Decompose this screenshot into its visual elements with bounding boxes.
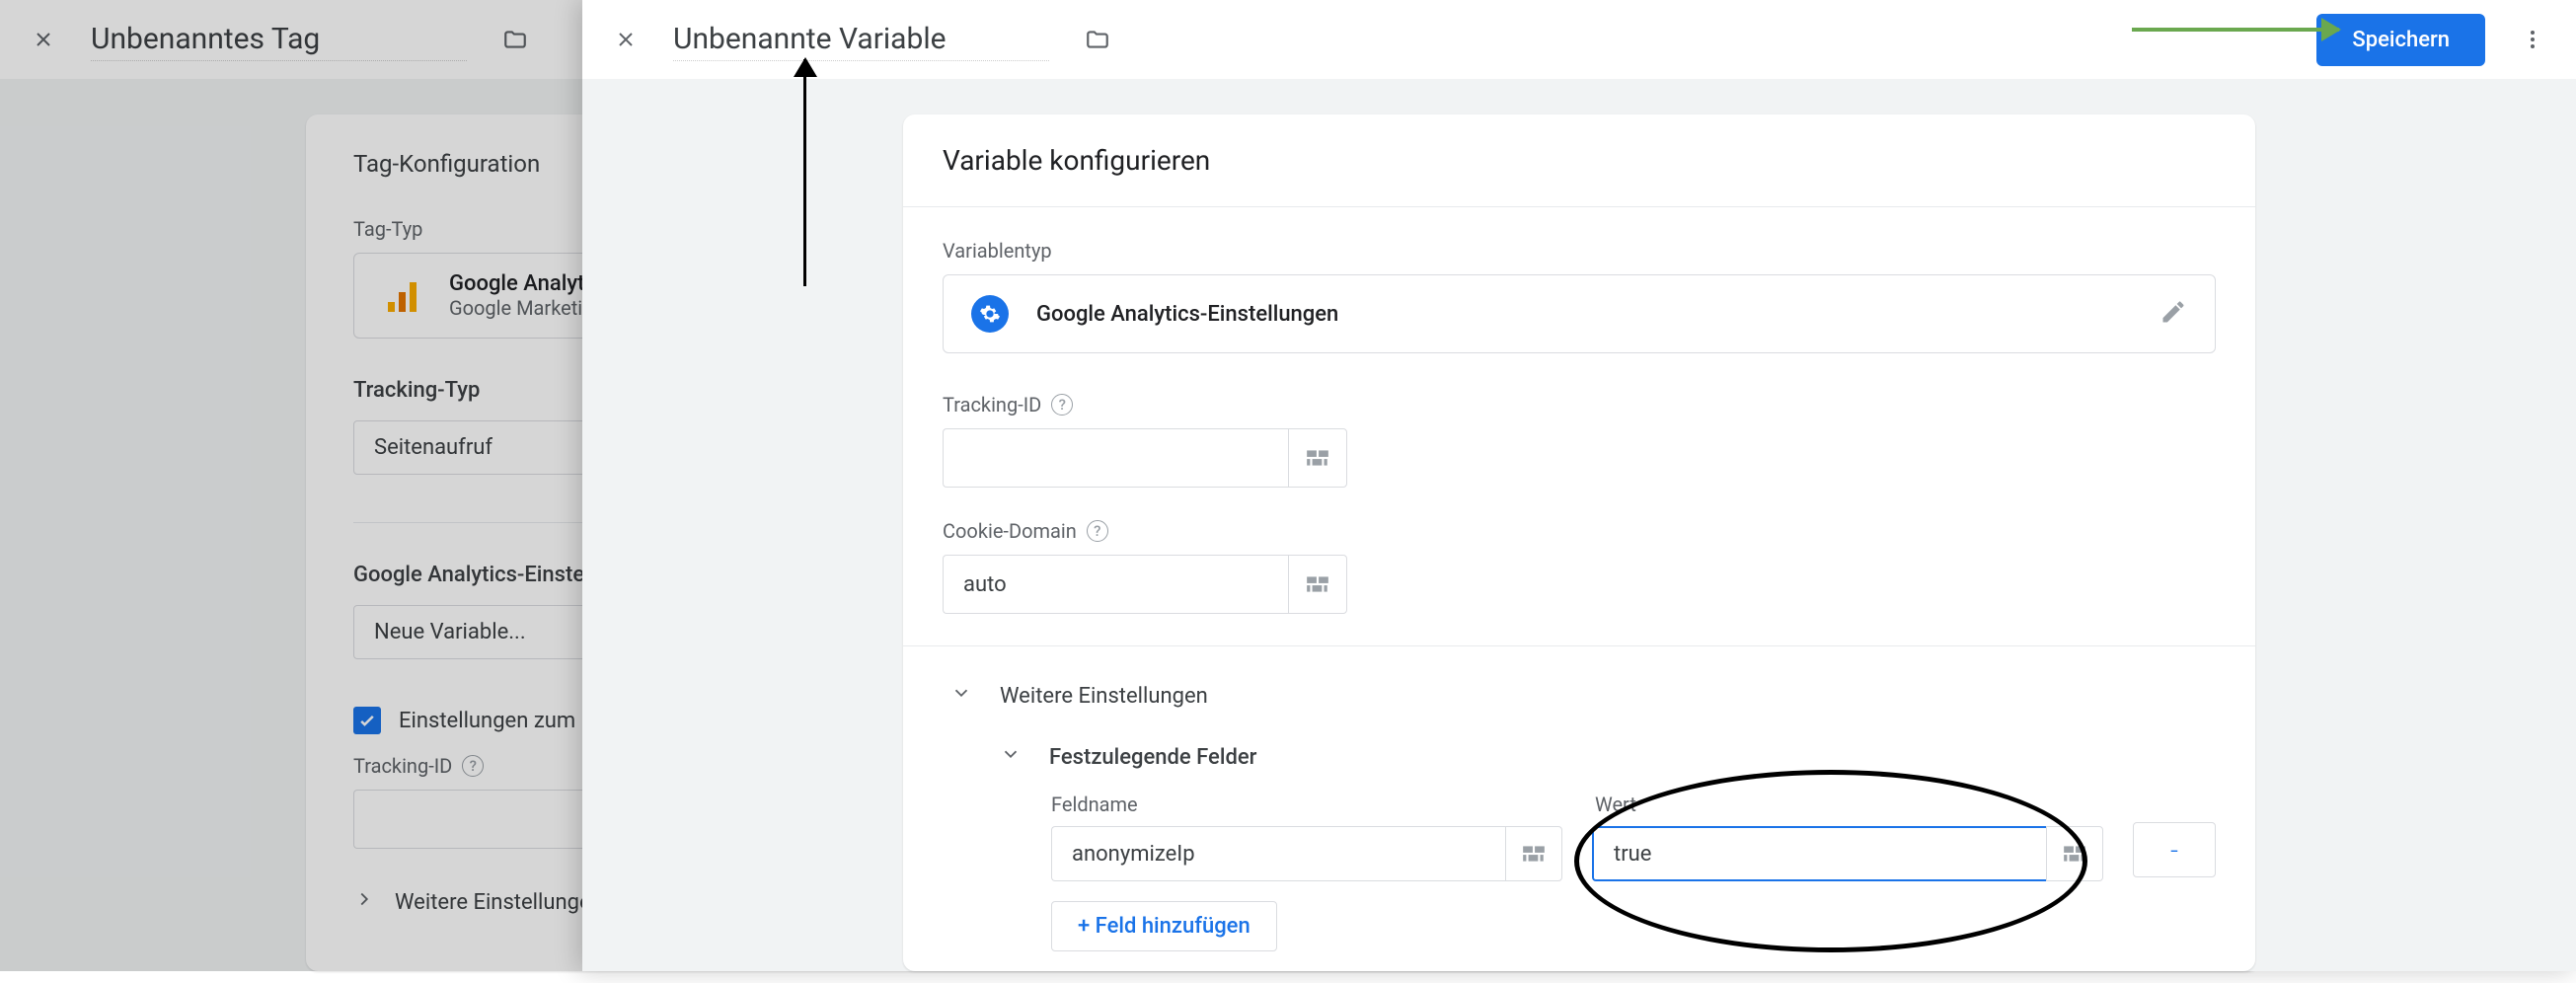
more-settings-label: Weitere Einstellungen xyxy=(1000,684,1208,709)
pencil-icon[interactable] xyxy=(2159,298,2187,330)
tracking-id-input[interactable] xyxy=(943,428,1288,488)
folder-icon[interactable] xyxy=(1077,27,1110,52)
fields-to-set-label: Festzulegende Felder xyxy=(1049,745,1256,770)
help-icon[interactable]: ? xyxy=(1051,394,1073,416)
field-value-input[interactable] xyxy=(1592,826,2046,881)
field-name-header: Feldname xyxy=(1051,793,1562,816)
annotation-arrow-right xyxy=(2132,28,2339,32)
field-value-header: Wert xyxy=(1595,793,2103,816)
variable-title-input[interactable] xyxy=(673,18,1049,61)
front-header: Speichern xyxy=(582,0,2576,79)
variable-type-box[interactable]: Google Analytics-Einstellungen xyxy=(943,274,2216,353)
variable-picker-icon[interactable] xyxy=(2046,826,2103,881)
variable-picker-icon[interactable] xyxy=(1288,428,1347,488)
more-icon[interactable] xyxy=(2513,20,2552,59)
chevron-down-icon xyxy=(950,682,972,710)
variable-picker-icon[interactable] xyxy=(1505,826,1562,881)
chevron-down-icon xyxy=(1000,743,1022,771)
remove-field-button[interactable]: - xyxy=(2133,822,2216,877)
field-row: Feldname Wert xyxy=(1051,793,2216,881)
variable-type-label: Variablentyp xyxy=(943,239,2216,263)
more-settings-section[interactable]: Weitere Einstellungen xyxy=(950,670,2216,721)
variable-config-card: Variable konfigurieren Variablentyp Goog… xyxy=(903,114,2255,971)
cookie-domain-input[interactable] xyxy=(943,555,1288,614)
tracking-id-label: Tracking-ID xyxy=(943,393,1041,416)
close-icon[interactable] xyxy=(606,20,645,59)
gear-icon xyxy=(971,295,1009,333)
variable-type-name: Google Analytics-Einstellungen xyxy=(1036,302,1338,327)
save-button[interactable]: Speichern xyxy=(2316,14,2485,66)
add-field-button[interactable]: + Feld hinzufügen xyxy=(1051,901,1277,951)
variable-editor-panel: Speichern Variable konfigurieren Variabl… xyxy=(582,0,2576,971)
front-body: Variable konfigurieren Variablentyp Goog… xyxy=(582,79,2576,971)
variable-picker-icon[interactable] xyxy=(1288,555,1347,614)
field-name-input[interactable] xyxy=(1051,826,1505,881)
divider xyxy=(903,645,2255,646)
help-icon[interactable]: ? xyxy=(1087,520,1108,542)
annotation-arrow-up xyxy=(803,59,806,286)
fields-to-set-section[interactable]: Festzulegende Felder xyxy=(1000,731,2216,783)
cookie-domain-label: Cookie-Domain xyxy=(943,519,1077,543)
variable-config-title: Variable konfigurieren xyxy=(903,114,2255,207)
